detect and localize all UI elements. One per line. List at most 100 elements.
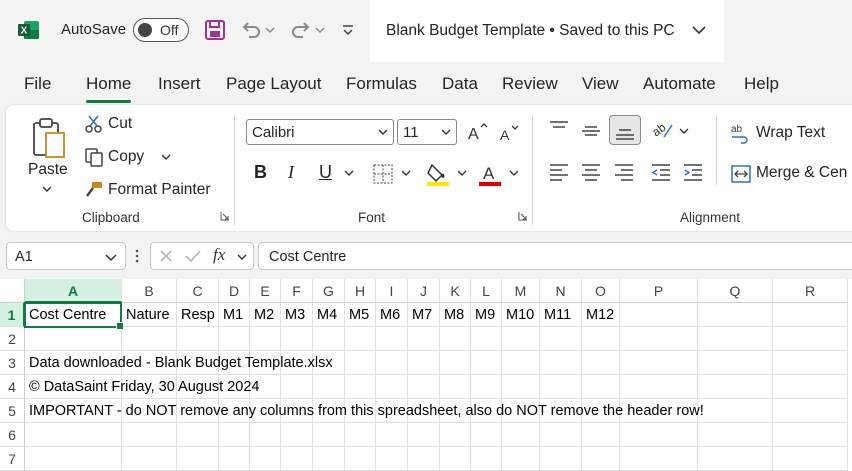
cell-c7[interactable] [177,447,219,471]
cell-g4[interactable] [313,375,345,399]
cell-i6[interactable] [376,423,408,447]
cell-q6[interactable] [698,423,773,447]
cell-g6[interactable] [313,423,345,447]
cell-p1[interactable] [620,303,698,327]
cell-b6[interactable] [122,423,177,447]
cell-j6[interactable] [408,423,440,447]
orientation-dropdown-icon[interactable] [679,127,689,135]
cell-e6[interactable] [250,423,281,447]
font-launcher-icon[interactable] [518,211,528,221]
cell-a7[interactable] [25,447,122,471]
align-right-icon[interactable] [613,161,635,183]
cell-r6[interactable] [773,423,848,447]
enter-icon[interactable] [185,249,201,263]
tab-file[interactable]: File [24,74,51,94]
cell-f2[interactable] [281,327,313,351]
cell-l7[interactable] [471,447,502,471]
cell-r5[interactable] [773,399,848,423]
cell-i2[interactable] [376,327,408,351]
cell-m3[interactable] [502,351,540,375]
column-header-l[interactable]: L [471,279,502,303]
column-header-f[interactable]: F [281,279,313,303]
more-options-icon[interactable] [134,248,140,264]
borders-dropdown-icon[interactable] [401,169,411,177]
cell-p3[interactable] [620,351,698,375]
cell-n2[interactable] [540,327,582,351]
paste-button[interactable] [28,115,68,161]
cell-q7[interactable] [698,447,773,471]
column-header-h[interactable]: H [345,279,376,303]
undo-icon[interactable] [240,19,262,41]
align-center-icon[interactable] [580,161,602,183]
cell-j2[interactable] [408,327,440,351]
fill-color-icon[interactable] [426,161,450,187]
cell-j7[interactable] [408,447,440,471]
cell-q2[interactable] [698,327,773,351]
paste-label[interactable]: Paste [28,161,68,179]
bold-button[interactable]: B [254,162,267,183]
cell-h4[interactable] [345,375,376,399]
column-header-i[interactable]: I [376,279,408,303]
column-header-e[interactable]: E [250,279,281,303]
cell-r7[interactable] [773,447,848,471]
undo-dropdown-icon[interactable] [264,19,276,41]
cell-m4[interactable] [502,375,540,399]
column-header-g[interactable]: G [313,279,345,303]
cell-l6[interactable] [471,423,502,447]
cell-q1[interactable] [698,303,773,327]
cell-a2[interactable] [25,327,122,351]
cell-n3[interactable] [540,351,582,375]
wrap-text-button[interactable]: Wrap Text [756,124,825,142]
tab-home[interactable]: Home [86,74,132,103]
document-title-button[interactable]: Blank Budget Template • Saved to this PC [370,0,724,62]
cell-n7[interactable] [540,447,582,471]
cell-q3[interactable] [698,351,773,375]
copy-icon[interactable] [84,147,104,167]
row-header-6[interactable]: 6 [0,423,25,447]
cell-l3[interactable] [471,351,502,375]
clipboard-launcher-icon[interactable] [220,211,230,221]
cell-k2[interactable] [440,327,471,351]
cell-m7[interactable] [502,447,540,471]
orientation-icon[interactable]: ab [650,117,676,141]
increase-font-size-icon[interactable]: A [466,121,488,143]
top-align-icon[interactable] [548,119,570,141]
cell-o7[interactable] [582,447,620,471]
merge-center-icon[interactable] [730,163,752,185]
tab-data[interactable]: Data [442,74,478,94]
redo-icon[interactable] [290,19,312,41]
cell-i4[interactable] [376,375,408,399]
cell-b2[interactable] [122,327,177,351]
cell-k4[interactable] [440,375,471,399]
cell-r4[interactable] [773,375,848,399]
cell-r1[interactable] [773,303,848,327]
cell-a6[interactable] [25,423,122,447]
formula-input[interactable]: Cost Centre [258,242,852,270]
column-header-m[interactable]: M [502,279,540,303]
column-header-b[interactable]: B [122,279,177,303]
cell-g7[interactable] [313,447,345,471]
cell-f4[interactable] [281,375,313,399]
column-header-c[interactable]: C [177,279,219,303]
insert-function-button[interactable]: fx [213,245,225,265]
cell-e2[interactable] [250,327,281,351]
cell-c6[interactable] [177,423,219,447]
name-box[interactable]: A1 [6,242,126,270]
cell-l2[interactable] [471,327,502,351]
column-header-j[interactable]: J [408,279,440,303]
row-header-3[interactable]: 3 [0,351,25,375]
cell-m2[interactable] [502,327,540,351]
column-header-d[interactable]: D [219,279,250,303]
column-header-o[interactable]: O [582,279,620,303]
tab-view[interactable]: View [582,74,619,94]
column-header-q[interactable]: Q [698,279,773,303]
cell-d7[interactable] [219,447,250,471]
row-header-7[interactable]: 7 [0,447,25,471]
font-color-icon[interactable]: A [478,161,502,187]
column-header-k[interactable]: K [440,279,471,303]
row-header-2[interactable]: 2 [0,327,25,351]
cell-r2[interactable] [773,327,848,351]
cell-h2[interactable] [345,327,376,351]
increase-indent-icon[interactable] [682,161,704,183]
select-all-button[interactable] [0,279,25,303]
